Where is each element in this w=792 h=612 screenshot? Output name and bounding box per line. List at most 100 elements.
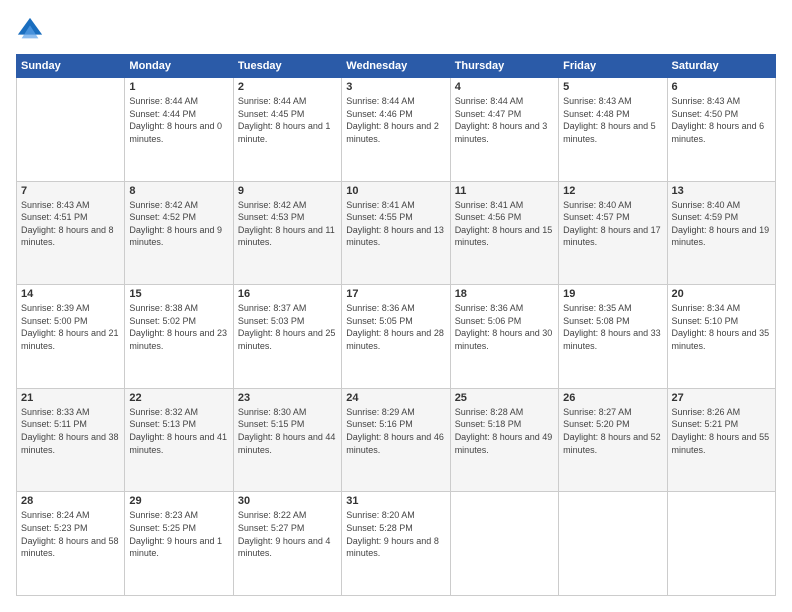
day-number: 31 — [346, 495, 445, 507]
day-number: 28 — [21, 495, 120, 507]
day-number: 8 — [129, 185, 228, 197]
calendar-cell: 10 Sunrise: 8:41 AMSunset: 4:55 PMDayligh… — [342, 181, 450, 285]
calendar-cell: 1 Sunrise: 8:44 AMSunset: 4:44 PMDaylight… — [125, 78, 233, 182]
weekday-header: Monday — [125, 55, 233, 78]
day-info: Sunrise: 8:43 AMSunset: 4:48 PMDaylight:… — [563, 95, 662, 145]
logo-icon — [16, 16, 44, 44]
weekday-header: Tuesday — [233, 55, 341, 78]
day-info: Sunrise: 8:34 AMSunset: 5:10 PMDaylight:… — [672, 302, 771, 352]
weekday-header: Wednesday — [342, 55, 450, 78]
calendar-cell: 15 Sunrise: 8:38 AMSunset: 5:02 PMDayligh… — [125, 285, 233, 389]
day-number: 16 — [238, 288, 337, 300]
calendar-cell: 21Sunrise: 8:33 AMSunset: 5:11 PMDayligh… — [17, 388, 125, 492]
day-info: Sunrise: 8:24 AMSunset: 5:23 PMDaylight:… — [21, 509, 120, 559]
calendar-cell: 25 Sunrise: 8:28 AMSunset: 5:18 PMDayligh… — [450, 388, 558, 492]
calendar-cell: 3 Sunrise: 8:44 AMSunset: 4:46 PMDaylight… — [342, 78, 450, 182]
day-number: 6 — [672, 81, 771, 93]
weekday-header-row: SundayMondayTuesdayWednesdayThursdayFrid… — [17, 55, 776, 78]
day-info: Sunrise: 8:35 AMSunset: 5:08 PMDaylight:… — [563, 302, 662, 352]
calendar-cell: 22Sunrise: 8:32 AMSunset: 5:13 PMDayligh… — [125, 388, 233, 492]
day-number: 15 — [129, 288, 228, 300]
day-info: Sunrise: 8:41 AMSunset: 4:56 PMDaylight:… — [455, 199, 554, 249]
day-info: Sunrise: 8:40 AMSunset: 4:57 PMDaylight:… — [563, 199, 662, 249]
day-info: Sunrise: 8:44 AMSunset: 4:47 PMDaylight:… — [455, 95, 554, 145]
day-info: Sunrise: 8:33 AMSunset: 5:11 PMDaylight:… — [21, 406, 120, 456]
calendar-cell: 20 Sunrise: 8:34 AMSunset: 5:10 PMDayligh… — [667, 285, 775, 389]
day-number: 26 — [563, 392, 662, 404]
calendar-cell: 13 Sunrise: 8:40 AMSunset: 4:59 PMDayligh… — [667, 181, 775, 285]
calendar-cell: 27Sunrise: 8:26 AMSunset: 5:21 PMDayligh… — [667, 388, 775, 492]
day-info: Sunrise: 8:32 AMSunset: 5:13 PMDaylight:… — [129, 406, 228, 456]
day-info: Sunrise: 8:40 AMSunset: 4:59 PMDaylight:… — [672, 199, 771, 249]
calendar-cell: 28 Sunrise: 8:24 AMSunset: 5:23 PMDayligh… — [17, 492, 125, 596]
calendar-cell: 24Sunrise: 8:29 AMSunset: 5:16 PMDayligh… — [342, 388, 450, 492]
day-info: Sunrise: 8:43 AMSunset: 4:50 PMDaylight:… — [672, 95, 771, 145]
day-info: Sunrise: 8:41 AMSunset: 4:55 PMDaylight:… — [346, 199, 445, 249]
day-info: Sunrise: 8:43 AMSunset: 4:51 PMDaylight:… — [21, 199, 120, 249]
calendar-week-row: 21Sunrise: 8:33 AMSunset: 5:11 PMDayligh… — [17, 388, 776, 492]
day-number: 23 — [238, 392, 337, 404]
day-number: 1 — [129, 81, 228, 93]
day-number: 5 — [563, 81, 662, 93]
calendar-cell: 31 Sunrise: 8:20 AMSunset: 5:28 PMDayligh… — [342, 492, 450, 596]
day-number: 2 — [238, 81, 337, 93]
day-number: 7 — [21, 185, 120, 197]
weekday-header: Friday — [559, 55, 667, 78]
calendar-cell: 16Sunrise: 8:37 AMSunset: 5:03 PMDayligh… — [233, 285, 341, 389]
header — [16, 16, 776, 44]
day-info: Sunrise: 8:29 AMSunset: 5:16 PMDaylight:… — [346, 406, 445, 456]
calendar-cell — [667, 492, 775, 596]
day-number: 10 — [346, 185, 445, 197]
day-info: Sunrise: 8:44 AMSunset: 4:46 PMDaylight:… — [346, 95, 445, 145]
weekday-header: Sunday — [17, 55, 125, 78]
calendar-cell: 19 Sunrise: 8:35 AMSunset: 5:08 PMDayligh… — [559, 285, 667, 389]
calendar-cell: 8 Sunrise: 8:42 AMSunset: 4:52 PMDaylight… — [125, 181, 233, 285]
day-info: Sunrise: 8:23 AMSunset: 5:25 PMDaylight:… — [129, 509, 228, 559]
day-info: Sunrise: 8:39 AMSunset: 5:00 PMDaylight:… — [21, 302, 120, 352]
day-info: Sunrise: 8:42 AMSunset: 4:53 PMDaylight:… — [238, 199, 337, 249]
weekday-header: Saturday — [667, 55, 775, 78]
day-info: Sunrise: 8:42 AMSunset: 4:52 PMDaylight:… — [129, 199, 228, 249]
calendar-cell: 17Sunrise: 8:36 AMSunset: 5:05 PMDayligh… — [342, 285, 450, 389]
calendar-week-row: 7 Sunrise: 8:43 AMSunset: 4:51 PMDaylight… — [17, 181, 776, 285]
calendar-cell: 29Sunrise: 8:23 AMSunset: 5:25 PMDayligh… — [125, 492, 233, 596]
calendar-cell: 30Sunrise: 8:22 AMSunset: 5:27 PMDayligh… — [233, 492, 341, 596]
calendar-page: SundayMondayTuesdayWednesdayThursdayFrid… — [0, 0, 792, 612]
calendar-cell: 26Sunrise: 8:27 AMSunset: 5:20 PMDayligh… — [559, 388, 667, 492]
calendar-cell: 14 Sunrise: 8:39 AMSunset: 5:00 PMDayligh… — [17, 285, 125, 389]
day-number: 18 — [455, 288, 554, 300]
calendar-week-row: 1 Sunrise: 8:44 AMSunset: 4:44 PMDaylight… — [17, 78, 776, 182]
logo — [16, 16, 48, 44]
day-number: 3 — [346, 81, 445, 93]
calendar-cell — [559, 492, 667, 596]
day-number: 11 — [455, 185, 554, 197]
day-info: Sunrise: 8:44 AMSunset: 4:45 PMDaylight:… — [238, 95, 337, 145]
day-info: Sunrise: 8:38 AMSunset: 5:02 PMDaylight:… — [129, 302, 228, 352]
calendar-week-row: 14 Sunrise: 8:39 AMSunset: 5:00 PMDayligh… — [17, 285, 776, 389]
day-number: 9 — [238, 185, 337, 197]
calendar-cell — [450, 492, 558, 596]
calendar-week-row: 28 Sunrise: 8:24 AMSunset: 5:23 PMDayligh… — [17, 492, 776, 596]
calendar-cell: 4 Sunrise: 8:44 AMSunset: 4:47 PMDaylight… — [450, 78, 558, 182]
day-info: Sunrise: 8:26 AMSunset: 5:21 PMDaylight:… — [672, 406, 771, 456]
day-number: 20 — [672, 288, 771, 300]
day-number: 12 — [563, 185, 662, 197]
day-number: 4 — [455, 81, 554, 93]
day-number: 13 — [672, 185, 771, 197]
calendar-cell — [17, 78, 125, 182]
day-number: 14 — [21, 288, 120, 300]
calendar-cell: 9 Sunrise: 8:42 AMSunset: 4:53 PMDaylight… — [233, 181, 341, 285]
day-info: Sunrise: 8:22 AMSunset: 5:27 PMDaylight:… — [238, 509, 337, 559]
calendar-cell: 23 Sunrise: 8:30 AMSunset: 5:15 PMDayligh… — [233, 388, 341, 492]
day-number: 17 — [346, 288, 445, 300]
day-info: Sunrise: 8:44 AMSunset: 4:44 PMDaylight:… — [129, 95, 228, 145]
calendar-cell: 18Sunrise: 8:36 AMSunset: 5:06 PMDayligh… — [450, 285, 558, 389]
calendar-cell: 11 Sunrise: 8:41 AMSunset: 4:56 PMDayligh… — [450, 181, 558, 285]
day-info: Sunrise: 8:30 AMSunset: 5:15 PMDaylight:… — [238, 406, 337, 456]
day-info: Sunrise: 8:20 AMSunset: 5:28 PMDaylight:… — [346, 509, 445, 559]
calendar-cell: 5 Sunrise: 8:43 AMSunset: 4:48 PMDaylight… — [559, 78, 667, 182]
calendar-table: SundayMondayTuesdayWednesdayThursdayFrid… — [16, 54, 776, 596]
day-number: 19 — [563, 288, 662, 300]
day-number: 25 — [455, 392, 554, 404]
day-info: Sunrise: 8:28 AMSunset: 5:18 PMDaylight:… — [455, 406, 554, 456]
